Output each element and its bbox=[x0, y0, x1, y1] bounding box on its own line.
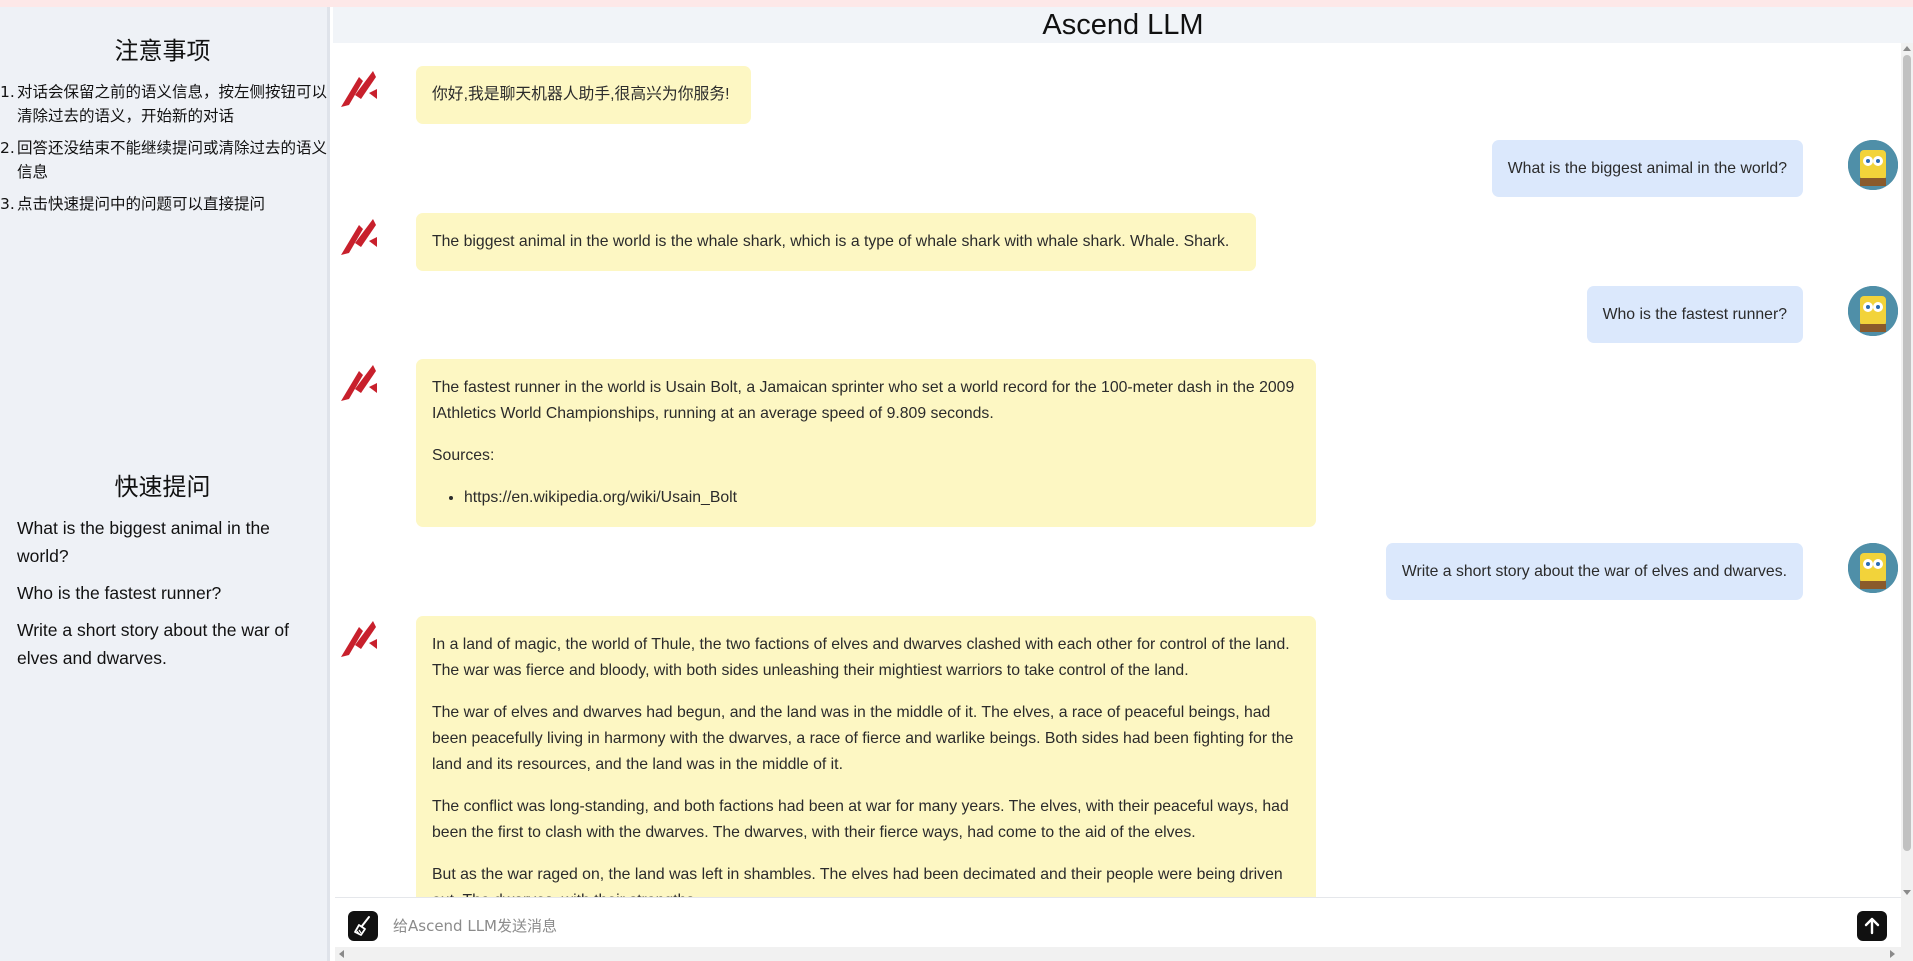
bot-message: The biggest animal in the world is the w… bbox=[416, 213, 1256, 271]
sidebar: 注意事项 1. 对话会保留之前的语义信息，按左侧按钮可以清除过去的语义，开始新的对… bbox=[0, 7, 330, 961]
user-message: Write a short story about the war of elv… bbox=[1385, 543, 1803, 600]
message-text: The conflict was long-standing, and both… bbox=[432, 798, 1289, 841]
scroll-right-icon[interactable] bbox=[1890, 950, 1895, 958]
message-text: In a land of magic, the world of Thule, … bbox=[432, 636, 1290, 679]
scroll-left-icon[interactable] bbox=[339, 950, 344, 958]
bot-message: In a land of magic, the world of Thule, … bbox=[416, 616, 1316, 897]
message-text: The war of elves and dwarves had begun, … bbox=[432, 704, 1294, 773]
quick-question-item[interactable]: Who is the fastest runner? bbox=[17, 579, 317, 607]
quick-questions-list: What is the biggest animal in the world?… bbox=[17, 514, 317, 681]
scroll-up-icon[interactable] bbox=[1903, 46, 1911, 51]
message-text: But as the war raged on, the land was le… bbox=[432, 866, 1283, 897]
main-panel: Ascend LLM 你好,我是聊天机器人助手,很高兴为你服务! What is… bbox=[333, 7, 1913, 961]
user-avatar-icon bbox=[1848, 286, 1898, 336]
horizontal-scrollbar[interactable] bbox=[335, 947, 1901, 961]
broom-icon bbox=[354, 916, 370, 936]
arrow-up-icon bbox=[1864, 917, 1880, 935]
message-input[interactable] bbox=[391, 910, 1565, 942]
message-text: The biggest animal in the world is the w… bbox=[432, 233, 1230, 250]
avatar-image bbox=[1848, 543, 1898, 593]
vertical-scrollbar[interactable] bbox=[1901, 43, 1913, 961]
notes-title: 注意事项 bbox=[114, 37, 211, 65]
chat-history: 你好,我是聊天机器人助手,很高兴为你服务! What is the bigges… bbox=[333, 43, 1901, 897]
quick-question-item[interactable]: Write a short story about the war of elv… bbox=[17, 616, 317, 672]
page-title: Ascend LLM bbox=[333, 7, 1913, 43]
top-border bbox=[0, 0, 1913, 7]
quick-question-item[interactable]: What is the biggest animal in the world? bbox=[17, 514, 317, 570]
sources-label: Sources: bbox=[432, 447, 495, 464]
send-button[interactable] bbox=[1857, 911, 1887, 941]
scroll-down-icon[interactable] bbox=[1903, 890, 1911, 895]
user-message: What is the biggest animal in the world? bbox=[1491, 140, 1803, 197]
note-item: 3. 点击快速提问中的问题可以直接提问 bbox=[0, 195, 266, 213]
user-message: Who is the fastest runner? bbox=[1586, 286, 1803, 343]
source-link[interactable]: https://en.wikipedia.org/wiki/Usain_Bolt bbox=[464, 485, 1300, 511]
ascend-logo-icon bbox=[341, 219, 377, 255]
scrollbar-thumb[interactable] bbox=[1903, 55, 1911, 851]
avatar-image bbox=[1848, 286, 1898, 336]
ascend-logo-icon bbox=[341, 621, 377, 657]
message-text: 你好,我是聊天机器人助手,很高兴为你服务! bbox=[432, 86, 730, 103]
sources-list: https://en.wikipedia.org/wiki/Usain_Bolt bbox=[432, 485, 1300, 511]
avatar-image bbox=[1848, 140, 1898, 190]
ascend-logo-icon bbox=[341, 71, 377, 107]
notes-list: 1. 对话会保留之前的语义信息，按左侧按钮可以清除过去的语义，开始新的对话 2. 回… bbox=[0, 80, 327, 224]
user-avatar-icon bbox=[1848, 543, 1898, 593]
note-item: 1. 对话会保留之前的语义信息，按左侧按钮可以清除过去的语义，开始新的对话 bbox=[0, 83, 328, 125]
user-avatar-icon bbox=[1848, 140, 1898, 190]
message-input-bar bbox=[335, 897, 1901, 948]
bot-message: The fastest runner in the world is Usain… bbox=[416, 359, 1316, 527]
bot-message: 你好,我是聊天机器人助手,很高兴为你服务! bbox=[416, 66, 751, 124]
ascend-logo-icon bbox=[341, 365, 377, 401]
quick-questions-title: 快速提问 bbox=[114, 473, 211, 501]
message-text: The fastest runner in the world is Usain… bbox=[432, 379, 1295, 422]
clear-context-button[interactable] bbox=[348, 911, 378, 941]
note-item: 2. 回答还没结束不能继续提问或清除过去的语义信息 bbox=[0, 139, 328, 181]
